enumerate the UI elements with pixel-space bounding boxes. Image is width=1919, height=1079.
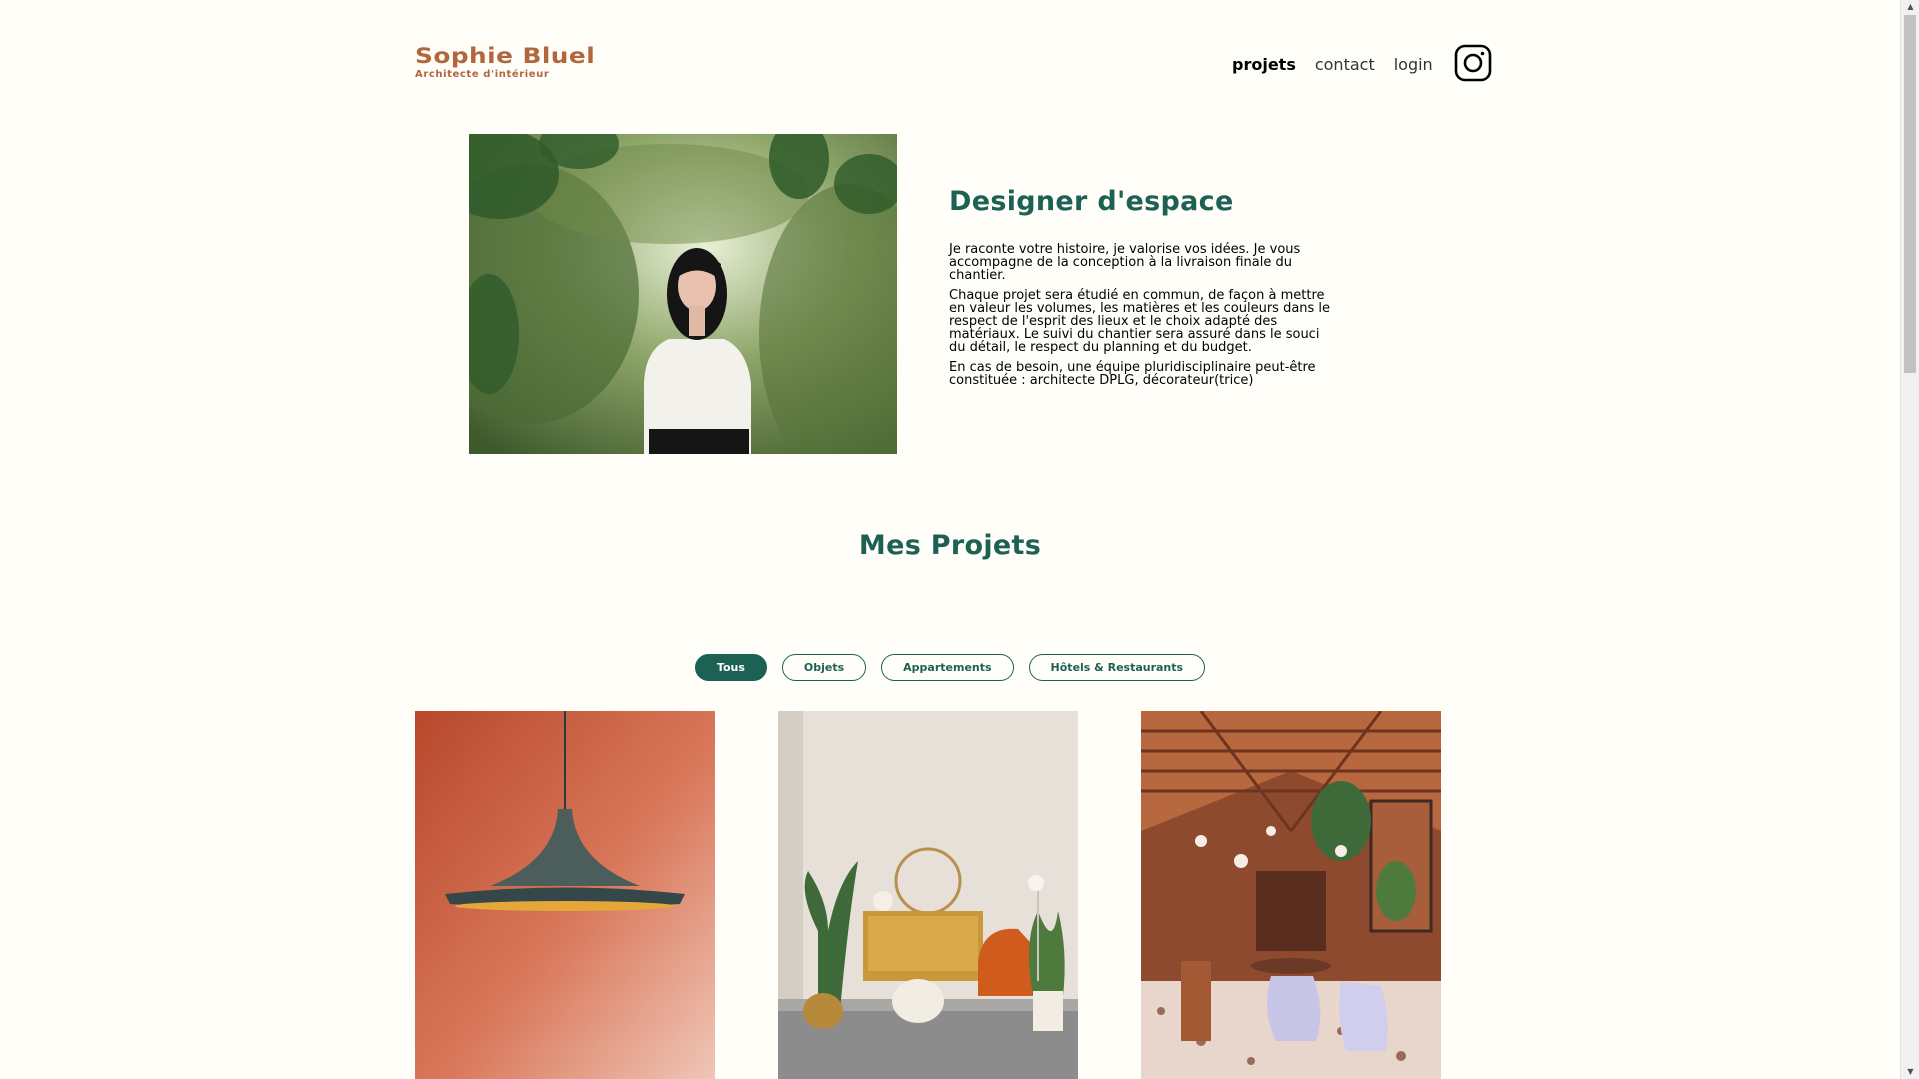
vertical-scrollbar[interactable]: ▲ ▼ — [1900, 0, 1919, 1079]
logo-title: Sophie Bluel — [415, 44, 596, 68]
introduction-text: Designer d'espace Je raconte votre histo… — [949, 186, 1339, 394]
page: Sophie Bluel Architecte d'intérieur proj… — [0, 0, 1900, 1079]
introduction-paragraph: En cas de besoin, une équipe pluridiscip… — [949, 360, 1316, 388]
introduction-paragraph: Chaque projet sera étudié en commun, de … — [949, 288, 1331, 355]
filter-appartements-button[interactable]: Appartements — [881, 654, 1014, 681]
nav-link-projets[interactable]: projets — [1232, 55, 1296, 74]
scroll-up-icon[interactable]: ▲ — [1901, 0, 1919, 14]
logo-subtitle: Architecte d'intérieur — [415, 69, 550, 80]
gallery-item[interactable] — [778, 711, 1078, 1079]
scroll-down-icon[interactable]: ▼ — [1901, 1065, 1919, 1079]
projects-title: Mes Projets — [858, 530, 1042, 561]
project-image — [1141, 711, 1441, 1079]
filter-bar: Tous Objets Appartements Hôtels & Restau… — [0, 654, 1900, 681]
filter-objets-button[interactable]: Objets — [781, 654, 867, 681]
main-nav: projets contact login — [1232, 44, 1492, 82]
gallery-item[interactable] — [415, 711, 715, 1079]
gallery-item[interactable] — [1141, 711, 1441, 1079]
logo[interactable]: Sophie Bluel Architecte d'intérieur — [415, 44, 595, 80]
nav-link-login[interactable]: login — [1394, 55, 1433, 74]
instagram-icon[interactable] — [1454, 44, 1492, 82]
project-image — [778, 711, 1078, 1079]
project-image — [415, 711, 715, 1079]
introduction-title: Designer d'espace — [949, 186, 1234, 217]
profile-photo — [469, 134, 897, 454]
filter-hotels-restaurants-button[interactable]: Hôtels & Restaurants — [1028, 654, 1206, 681]
filter-tous-button[interactable]: Tous — [694, 654, 767, 681]
nav-link-contact[interactable]: contact — [1315, 55, 1375, 74]
scrollbar-thumb[interactable] — [1904, 15, 1916, 373]
introduction-paragraph: Je raconte votre histoire, je valorise v… — [949, 242, 1301, 283]
